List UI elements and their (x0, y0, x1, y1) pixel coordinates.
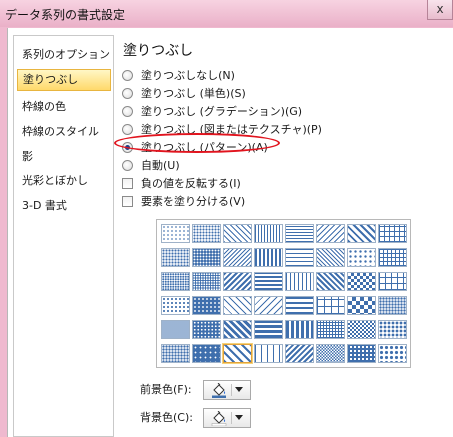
pattern-swatch[interactable] (223, 248, 252, 267)
radio-solid-fill[interactable]: 塗りつぶし (単色)(S) (122, 86, 246, 102)
pattern-swatch[interactable] (223, 296, 252, 315)
checkbox-box (122, 177, 133, 189)
pattern-swatch[interactable] (347, 248, 376, 267)
close-button[interactable]: x (427, 0, 453, 20)
option-label: 塗りつぶしなし(N) (141, 69, 235, 82)
pattern-swatch[interactable] (316, 344, 345, 363)
pattern-swatch[interactable] (316, 224, 345, 243)
pattern-swatch[interactable] (347, 272, 376, 291)
pattern-palette (156, 219, 411, 368)
pattern-swatch[interactable] (192, 224, 221, 243)
option-label: 負の値を反転する(I) (141, 177, 241, 190)
pattern-swatch[interactable] (285, 248, 314, 267)
pattern-swatch[interactable] (223, 224, 252, 243)
pattern-swatch[interactable] (161, 296, 190, 315)
title-bar: データ系列の書式設定 x (0, 0, 453, 27)
option-label: 要素を塗り分ける(V) (141, 195, 246, 208)
pattern-swatch[interactable] (316, 296, 345, 315)
pattern-swatch[interactable] (347, 224, 376, 243)
pattern-swatch[interactable] (192, 248, 221, 267)
sidebar-item-glow-soft-edges[interactable]: 光彩とぼかし (17, 170, 111, 192)
pattern-swatch[interactable] (378, 272, 407, 291)
pattern-swatch[interactable] (254, 248, 283, 267)
pattern-swatch[interactable] (378, 296, 407, 315)
sidebar-item-shadow[interactable]: 影 (17, 146, 111, 168)
pattern-swatch[interactable] (347, 320, 376, 339)
radio-picture-texture-fill[interactable]: 塗りつぶし (図またはテクスチャ)(P) (122, 122, 322, 138)
category-list: 系列のオプション 塗りつぶし 枠線の色 枠線のスタイル 影 光彩とぼかし 3-D… (13, 35, 114, 437)
pattern-swatch[interactable] (254, 320, 283, 339)
option-label: 塗りつぶし (グラデーション)(G) (141, 105, 303, 118)
pattern-swatch[interactable] (192, 320, 221, 339)
pattern-swatch[interactable] (254, 344, 283, 363)
option-label: 塗りつぶし (パターン)(A) (141, 141, 268, 154)
radio-circle-checked (122, 141, 133, 153)
dropdown-separator (231, 384, 232, 396)
pattern-swatch-selected[interactable] (223, 344, 252, 363)
sidebar-item-border-color[interactable]: 枠線の色 (17, 96, 111, 118)
radio-circle (122, 69, 133, 81)
pattern-swatch[interactable] (192, 272, 221, 291)
pattern-swatch[interactable] (285, 224, 314, 243)
chevron-down-icon (235, 415, 243, 420)
pattern-swatch[interactable] (316, 320, 345, 339)
window-title: データ系列の書式設定 (5, 8, 126, 22)
checkbox-box (122, 195, 133, 207)
pattern-swatch[interactable] (192, 344, 221, 363)
dropdown-separator (231, 412, 232, 424)
background-color-button[interactable] (203, 408, 251, 428)
pattern-swatch[interactable] (378, 320, 407, 339)
radio-circle (122, 87, 133, 99)
pattern-swatch[interactable] (161, 344, 190, 363)
radio-gradient-fill[interactable]: 塗りつぶし (グラデーション)(G) (122, 104, 302, 120)
pattern-swatch[interactable] (223, 320, 252, 339)
pattern-swatch[interactable] (161, 248, 190, 267)
pattern-swatch[interactable] (192, 296, 221, 315)
checkbox-vary-colors[interactable]: 要素を塗り分ける(V) (122, 194, 245, 210)
sidebar-item-series-options[interactable]: 系列のオプション (17, 44, 111, 66)
radio-automatic[interactable]: 自動(U) (122, 158, 180, 174)
paint-bucket-icon (211, 411, 227, 426)
sidebar-item-3d-format[interactable]: 3-D 書式 (17, 195, 111, 217)
sidebar-item-fill[interactable]: 塗りつぶし (17, 69, 111, 91)
pattern-swatch[interactable] (378, 248, 407, 267)
option-label: 塗りつぶし (図またはテクスチャ)(P) (141, 123, 322, 136)
radio-circle (122, 159, 133, 171)
pattern-swatch[interactable] (254, 272, 283, 291)
foreground-color-label: 前景色(F): (140, 383, 192, 396)
background-color-label: 背景色(C): (140, 411, 193, 424)
option-label: 塗りつぶし (単色)(S) (141, 87, 246, 100)
pattern-swatch[interactable] (347, 344, 376, 363)
pattern-swatch[interactable] (378, 344, 407, 363)
pattern-swatch[interactable] (285, 296, 314, 315)
pattern-swatch[interactable] (285, 344, 314, 363)
radio-pattern-fill[interactable]: 塗りつぶし (パターン)(A) (122, 140, 268, 156)
pattern-swatch[interactable] (161, 272, 190, 291)
option-label: 自動(U) (141, 159, 180, 172)
pattern-swatch[interactable] (347, 296, 376, 315)
foreground-color-button[interactable] (203, 380, 251, 400)
pattern-swatch[interactable] (254, 296, 283, 315)
radio-circle (122, 105, 133, 117)
pattern-swatch[interactable] (316, 272, 345, 291)
paint-bucket-icon (212, 383, 226, 398)
pattern-swatch[interactable] (161, 224, 190, 243)
pattern-swatch[interactable] (285, 272, 314, 291)
dialog-body: 系列のオプション 塗りつぶし 枠線の色 枠線のスタイル 影 光彩とぼかし 3-D… (7, 28, 453, 437)
pattern-swatch[interactable] (316, 248, 345, 267)
fill-panel: 塗りつぶし 塗りつぶしなし(N) 塗りつぶし (単色)(S) 塗りつぶし (グラ… (114, 28, 453, 437)
checkbox-invert-if-negative[interactable]: 負の値を反転する(I) (122, 176, 241, 192)
pattern-swatch[interactable] (378, 224, 407, 243)
pattern-swatch[interactable] (254, 224, 283, 243)
pattern-swatch[interactable] (223, 272, 252, 291)
sidebar-item-border-style[interactable]: 枠線のスタイル (17, 121, 111, 143)
close-icon: x (436, 2, 444, 16)
pattern-swatch[interactable] (161, 320, 190, 339)
pattern-swatch[interactable] (285, 320, 314, 339)
chevron-down-icon (235, 387, 243, 392)
radio-circle (122, 123, 133, 135)
panel-title: 塗りつぶし (123, 43, 194, 59)
radio-no-fill[interactable]: 塗りつぶしなし(N) (122, 68, 235, 84)
